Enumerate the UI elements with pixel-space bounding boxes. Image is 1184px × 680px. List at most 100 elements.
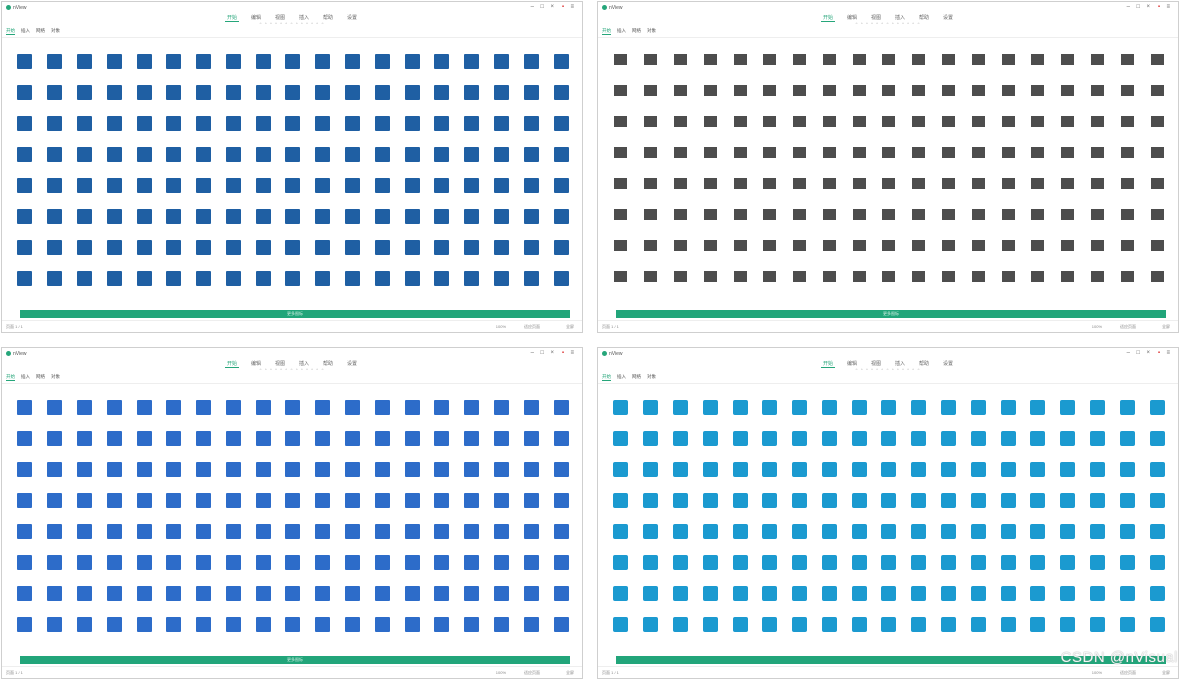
icon-item[interactable] [993, 524, 1023, 555]
icon-item[interactable] [487, 178, 517, 209]
icon-item[interactable] [99, 54, 129, 85]
icon-item[interactable] [993, 555, 1023, 586]
icon-item[interactable] [844, 240, 874, 271]
icon-item[interactable] [606, 54, 636, 85]
icon-item[interactable] [1083, 147, 1113, 178]
icon-item[interactable] [159, 617, 189, 648]
icon-item[interactable] [338, 431, 368, 462]
icon-item[interactable] [1083, 209, 1113, 240]
icon-item[interactable] [70, 116, 100, 147]
icon-item[interactable] [308, 462, 338, 493]
icon-item[interactable] [1142, 524, 1172, 555]
icon-item[interactable] [1053, 493, 1083, 524]
icon-item[interactable] [516, 524, 546, 555]
menu-icon[interactable]: ≡ [1166, 4, 1170, 10]
minimize-icon[interactable]: – [1127, 4, 1130, 10]
icon-item[interactable] [1023, 431, 1053, 462]
icon-item[interactable] [1112, 85, 1142, 116]
icon-item[interactable] [874, 617, 904, 648]
icon-item[interactable] [219, 586, 249, 617]
icon-item[interactable] [874, 431, 904, 462]
icon-item[interactable] [1142, 586, 1172, 617]
icon-item[interactable] [1023, 240, 1053, 271]
icon-item[interactable] [606, 524, 636, 555]
icon-item[interactable] [815, 524, 845, 555]
icon-item[interactable] [934, 271, 964, 302]
icon-item[interactable] [1053, 555, 1083, 586]
icon-item[interactable] [844, 400, 874, 431]
icon-item[interactable] [1053, 524, 1083, 555]
icon-item[interactable] [129, 555, 159, 586]
icon-item[interactable] [1023, 462, 1053, 493]
icon-item[interactable] [1142, 147, 1172, 178]
icon-item[interactable] [815, 400, 845, 431]
icon-item[interactable] [367, 147, 397, 178]
icon-item[interactable] [338, 462, 368, 493]
icon-item[interactable] [844, 54, 874, 85]
icon-item[interactable] [636, 116, 666, 147]
icon-item[interactable] [397, 271, 427, 302]
icon-item[interactable] [1083, 271, 1113, 302]
icon-item[interactable] [963, 147, 993, 178]
icon-item[interactable] [546, 493, 576, 524]
icon-item[interactable] [189, 54, 219, 85]
icon-item[interactable] [10, 431, 40, 462]
icon-item[interactable] [815, 54, 845, 85]
icon-item[interactable] [159, 240, 189, 271]
icon-item[interactable] [99, 586, 129, 617]
icon-item[interactable] [606, 493, 636, 524]
icon-item[interactable] [815, 147, 845, 178]
icon-item[interactable] [1112, 400, 1142, 431]
icon-item[interactable] [129, 116, 159, 147]
icon-item[interactable] [70, 586, 100, 617]
tab-1[interactable]: 编辑 [249, 360, 263, 367]
icon-item[interactable] [546, 116, 576, 147]
icon-item[interactable] [1053, 85, 1083, 116]
icon-item[interactable] [308, 116, 338, 147]
icon-item[interactable] [666, 209, 696, 240]
icon-item[interactable] [397, 431, 427, 462]
icon-item[interactable] [1053, 178, 1083, 209]
icon-item[interactable] [785, 240, 815, 271]
icon-item[interactable] [934, 147, 964, 178]
icon-item[interactable] [725, 178, 755, 209]
icon-item[interactable] [40, 85, 70, 116]
icon-item[interactable] [516, 617, 546, 648]
icon-item[interactable] [70, 240, 100, 271]
icon-item[interactable] [993, 85, 1023, 116]
icon-item[interactable] [1053, 462, 1083, 493]
icon-item[interactable] [129, 431, 159, 462]
icon-item[interactable] [695, 209, 725, 240]
icon-item[interactable] [487, 54, 517, 85]
status-item[interactable]: 100% [496, 670, 506, 675]
icon-item[interactable] [457, 209, 487, 240]
icon-item[interactable] [397, 524, 427, 555]
icon-item[interactable] [1142, 400, 1172, 431]
icon-item[interactable] [666, 116, 696, 147]
icon-item[interactable] [785, 431, 815, 462]
icon-item[interactable] [636, 209, 666, 240]
icon-item[interactable] [99, 240, 129, 271]
panel-tab-1[interactable]: 插入 [21, 374, 30, 380]
icon-item[interactable] [546, 271, 576, 302]
icon-item[interactable] [10, 617, 40, 648]
icon-item[interactable] [725, 400, 755, 431]
icon-item[interactable] [934, 617, 964, 648]
icon-item[interactable] [666, 493, 696, 524]
status-item[interactable]: 适应页面 [524, 324, 540, 330]
icon-item[interactable] [487, 617, 517, 648]
icon-item[interactable] [963, 271, 993, 302]
icon-item[interactable] [815, 116, 845, 147]
icon-item[interactable] [427, 147, 457, 178]
icon-item[interactable] [248, 209, 278, 240]
icon-item[interactable] [695, 617, 725, 648]
icon-item[interactable] [129, 400, 159, 431]
icon-item[interactable] [219, 271, 249, 302]
icon-item[interactable] [1142, 555, 1172, 586]
icon-item[interactable] [248, 271, 278, 302]
icon-item[interactable] [1142, 178, 1172, 209]
icon-item[interactable] [367, 524, 397, 555]
icon-item[interactable] [963, 209, 993, 240]
icon-item[interactable] [1142, 462, 1172, 493]
icon-item[interactable] [308, 240, 338, 271]
